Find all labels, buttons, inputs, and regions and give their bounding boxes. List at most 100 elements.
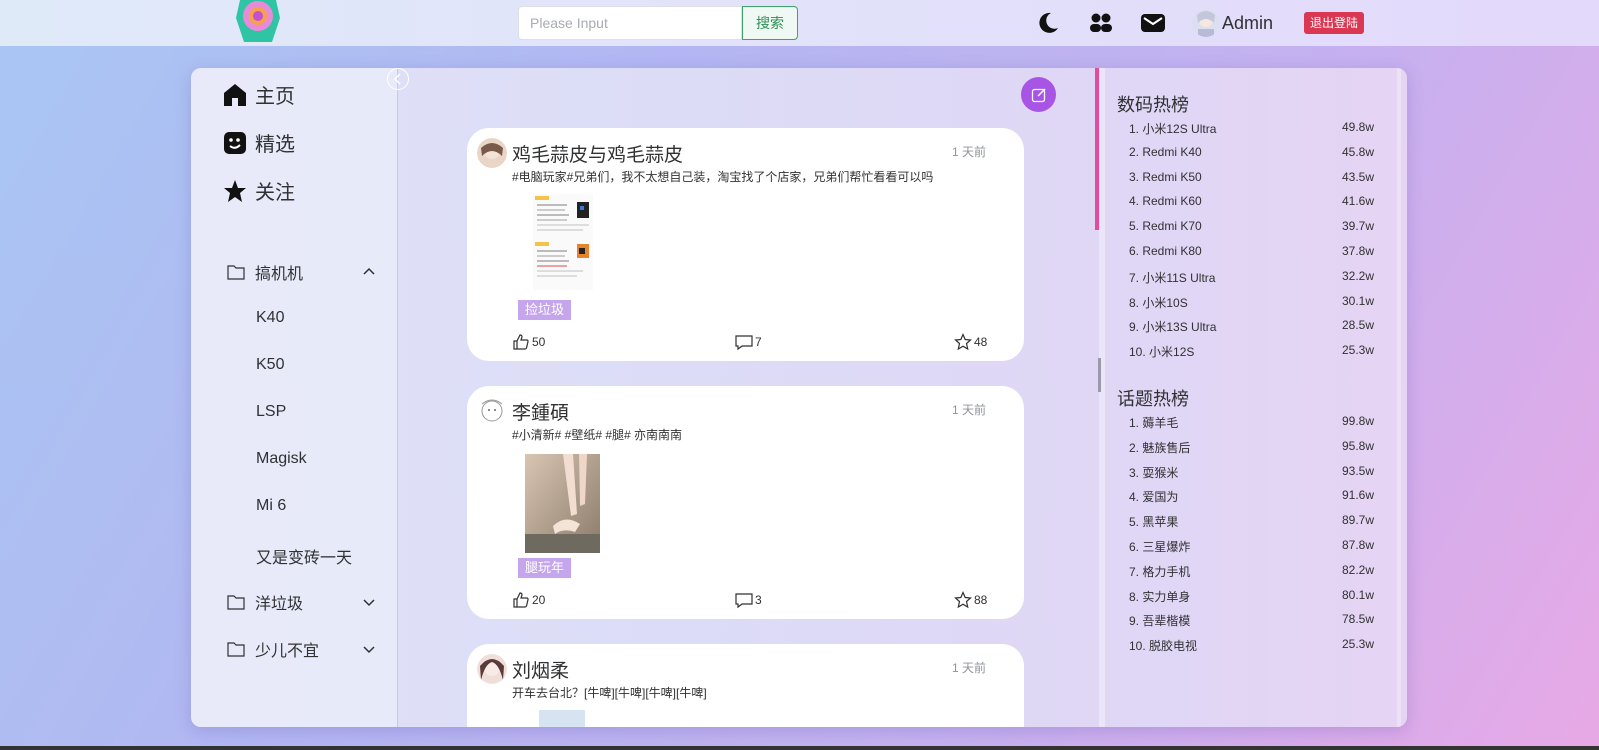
post-author-avatar[interactable] [477, 138, 507, 168]
digital-hotlist-item[interactable]: 3. Redmi K50 43.5w [1129, 170, 1374, 186]
comment-button[interactable]: 3 [735, 591, 762, 609]
digital-hotlist-item[interactable]: 9. 小米13S Ultra 28.5w [1129, 318, 1374, 334]
sidebar-item-mi6[interactable]: Mi 6 [256, 497, 286, 515]
like-count: 50 [532, 335, 546, 349]
post-author-avatar[interactable] [477, 396, 507, 426]
hotlist-item-value: 82.2w [1341, 562, 1374, 577]
folder-label: 少儿不宜 [255, 643, 320, 660]
hotlist-item-name: 10. 小米12S [1129, 345, 1195, 360]
hotlist-item-name: 9. 吾辈楷模 [1129, 614, 1191, 629]
nav-home[interactable]: 主页 [223, 80, 295, 109]
nav-featured[interactable]: 精选 [223, 128, 295, 157]
app-logo[interactable] [234, 0, 282, 43]
hotlist-item-value: 95.8w [1341, 438, 1374, 453]
nav-following[interactable]: 关注 [223, 176, 295, 205]
mail-icon[interactable] [1140, 10, 1166, 36]
digital-hotlist-item[interactable]: 6. Redmi K80 37.8w [1129, 244, 1374, 260]
digital-hotlist-item[interactable]: 4. Redmi K60 41.6w [1129, 194, 1374, 210]
hotlist-scrollbar-thumb[interactable] [1098, 358, 1101, 392]
digital-hotlist-item[interactable]: 1. 小米12S Ultra 49.8w [1129, 120, 1374, 136]
star-outline-icon [954, 333, 972, 351]
sidebar-item-k50[interactable]: K50 [256, 356, 284, 374]
topics-hotlist-item[interactable]: 7. 格力手机 82.2w [1129, 563, 1374, 579]
post-image[interactable] [533, 194, 593, 290]
hotlist-item-value: 37.8w [1341, 244, 1374, 258]
post-card[interactable]: 李鍾碩 1 天前 #小清新# #壁纸# #腿# 亦南南南 腿玩年 20 3 88 [467, 386, 1024, 619]
hotlist-item-name: 10. 脱胶电视 [1129, 639, 1198, 654]
post-card[interactable]: 鸡毛蒜皮与鸡毛蒜皮 1 天前 #电脑玩家#兄弟们，我不太想自己装，淘宝找了个店家… [467, 128, 1024, 361]
hotlist-item-value: 30.1w [1341, 293, 1374, 308]
folder-icon [227, 642, 245, 657]
topics-hotlist-item[interactable]: 5. 黑苹果 89.7w [1129, 513, 1374, 529]
new-post-button[interactable] [1021, 77, 1056, 112]
favorite-button[interactable]: 88 [954, 591, 987, 609]
digital-hotlist-item[interactable]: 8. 小米10S 30.1w [1129, 294, 1374, 310]
post-author-name[interactable]: 刘烟柔 [512, 656, 569, 683]
hotlist-scrollbar-track[interactable] [1099, 68, 1105, 727]
sidebar-item-brick-day[interactable]: 又是变砖一天 [256, 544, 352, 568]
sidebar-item-lsp[interactable]: LSP [256, 403, 286, 421]
sidebar-item-k40[interactable]: K40 [256, 309, 284, 327]
post-author-name[interactable]: 李鍾碩 [512, 398, 569, 425]
topics-hotlist-item[interactable]: 10. 脱胶电视 25.3w [1129, 637, 1374, 653]
digital-hotlist-item[interactable]: 5. Redmi K70 39.7w [1129, 219, 1374, 235]
sidebar-item-magisk[interactable]: Magisk [256, 450, 307, 468]
favorite-button[interactable]: 48 [954, 333, 987, 351]
topics-hotlist-item[interactable]: 9. 吾辈楷模 78.5w [1129, 612, 1374, 628]
user-avatar[interactable] [1192, 9, 1220, 37]
topics-hotlist-item[interactable]: 6. 三星爆炸 87.8w [1129, 538, 1374, 554]
thumbs-up-icon [513, 334, 529, 350]
hotlist-item-value: 39.7w [1341, 219, 1374, 234]
like-count: 20 [532, 593, 546, 607]
folder-shaoer-buyi[interactable]: 少儿不宜 [227, 637, 377, 661]
sidebar-collapse-button[interactable] [387, 68, 409, 90]
post-tag[interactable]: 捡垃圾 [518, 300, 572, 320]
digital-hotlist-item[interactable]: 10. 小米12S 25.3w [1129, 343, 1374, 359]
friends-icon[interactable] [1088, 10, 1114, 36]
post-time: 1 天前 [951, 661, 986, 675]
topics-hotlist-item[interactable]: 8. 实力单身 80.1w [1129, 588, 1374, 604]
admin-username[interactable]: Admin [1222, 13, 1273, 34]
nav-featured-label: 精选 [255, 134, 295, 156]
hotlist-item-name: 1. 薅羊毛 [1129, 416, 1179, 430]
home-icon [224, 83, 246, 106]
post-author-name[interactable]: 鸡毛蒜皮与鸡毛蒜皮 [512, 140, 683, 167]
hotlist-item-value: 25.3w [1341, 343, 1374, 358]
post-content: #小清新# #壁纸# #腿# 亦南南南 [512, 428, 683, 442]
post-tag[interactable]: 腿玩年 [518, 558, 572, 578]
hotlist-item-value: 78.5w [1341, 612, 1374, 627]
hotlist-item-name: 6. 三星爆炸 [1129, 540, 1191, 554]
main-panel: 主页 精选 关注 搞机机 K40 K50 LSP Magisk Mi 6 又是变… [191, 68, 1407, 727]
search-input[interactable] [518, 6, 742, 40]
dark-mode-moon-icon[interactable] [1035, 10, 1061, 36]
post-time: 1 天前 [951, 145, 986, 159]
topics-hotlist-item[interactable]: 4. 爱国为 91.6w [1129, 488, 1374, 504]
hotlist-item-value: 41.6w [1341, 194, 1374, 209]
digital-hotlist-item[interactable]: 2. Redmi K40 45.8w [1129, 145, 1374, 161]
hotlist-item-name: 4. 爱国为 [1129, 490, 1179, 505]
chevron-left-icon [393, 73, 401, 85]
favorite-count: 48 [974, 335, 988, 349]
hotlist-right-scrollbar[interactable] [1397, 68, 1401, 727]
search-button[interactable]: 搜索 [742, 6, 798, 40]
folder-yanglaji[interactable]: 洋垃圾 [227, 590, 377, 614]
topics-hotlist-item[interactable]: 2. 魅族售后 95.8w [1129, 439, 1374, 455]
post-image[interactable] [525, 454, 600, 553]
comment-button[interactable]: 7 [735, 333, 762, 351]
logout-button[interactable]: 退出登陆 [1304, 12, 1364, 34]
topic-hotlist-title: 话题热榜 [1117, 389, 1189, 409]
post-image[interactable] [539, 710, 585, 727]
folder-gaojiji[interactable]: 搞机机 [227, 260, 377, 284]
digital-hotlist-title: 数码热榜 [1117, 95, 1189, 115]
post-author-avatar[interactable] [477, 654, 507, 684]
digital-hotlist-item[interactable]: 7. 小米11S Ultra 32.2w [1129, 269, 1374, 285]
like-button[interactable]: 20 [512, 591, 545, 609]
comment-count: 7 [755, 335, 762, 349]
topics-hotlist-item[interactable]: 1. 薅羊毛 99.8w [1129, 414, 1374, 430]
folder-icon [227, 265, 245, 280]
comment-icon [735, 593, 753, 609]
like-button[interactable]: 50 [512, 333, 545, 351]
post-card[interactable]: 刘烟柔 1 天前 开车去台北？[牛啤][牛啤][牛啤][牛啤] [467, 644, 1024, 727]
topics-hotlist-item[interactable]: 3. 耍猴米 93.5w [1129, 464, 1374, 480]
folder-label: 洋垃圾 [255, 596, 304, 613]
